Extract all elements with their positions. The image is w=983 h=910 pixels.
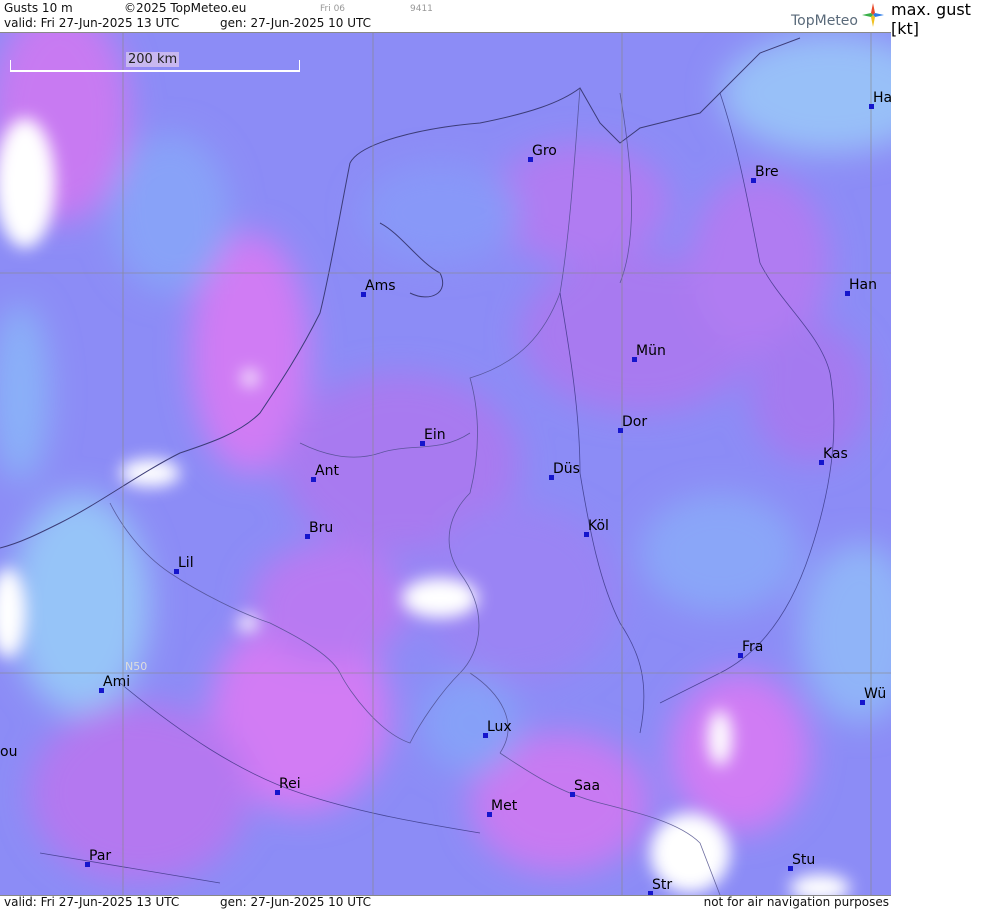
city-marker[interactable]: Str <box>648 877 673 896</box>
city-marker[interactable]: Lil <box>174 555 194 574</box>
navigation-disclaimer: not for air navigation purposes <box>703 895 889 909</box>
footer-generated-time: gen: 27-Jun-2025 10 UTC <box>220 895 372 909</box>
city-dot <box>361 292 366 297</box>
city-dot <box>845 291 850 296</box>
city-label: Ams <box>365 278 396 294</box>
city-marker[interactable]: Stu <box>788 852 816 871</box>
code-number: 9411 <box>410 4 433 14</box>
city-marker[interactable]: Rei <box>275 776 301 795</box>
city-dot <box>305 534 310 539</box>
city-dot <box>99 688 104 693</box>
city-label: Gro <box>532 143 557 159</box>
city-label: Ha <box>873 90 893 106</box>
city-marker[interactable]: ou <box>0 744 17 760</box>
scale-label: 200 km <box>126 52 180 67</box>
city-dot <box>869 104 874 109</box>
compass-star-icon <box>862 3 884 27</box>
city-dot <box>632 357 637 362</box>
city-marker[interactable]: Han <box>845 277 877 296</box>
city-dot <box>860 700 865 705</box>
city-marker[interactable]: Wü <box>860 686 887 705</box>
topmeteo-logo: TopMeteo <box>781 2 891 30</box>
city-label: Bru <box>309 520 334 536</box>
city-dot <box>487 812 492 817</box>
city-dot <box>420 441 425 446</box>
city-marker[interactable]: Köl <box>584 518 609 537</box>
city-dot <box>275 790 280 795</box>
city-dot <box>788 866 793 871</box>
city-dot <box>738 653 743 658</box>
map-header: Gusts 10 m ©2025 TopMeteo.eu Fri 06 9411… <box>0 0 891 33</box>
city-label: Dor <box>622 414 648 430</box>
city-label: Kas <box>823 446 848 462</box>
city-marker[interactable]: Par <box>85 848 112 867</box>
map-footer: valid: Fri 27-Jun-2025 13 UTC gen: 27-Ju… <box>0 895 891 910</box>
city-marker[interactable]: Ams <box>361 278 396 297</box>
city-label: Saa <box>574 778 601 794</box>
city-label: Mün <box>636 343 666 359</box>
city-label: Met <box>491 798 518 814</box>
city-marker[interactable]: Bre <box>751 164 779 183</box>
city-dot <box>85 862 90 867</box>
latitude-label: N50 <box>125 660 148 673</box>
city-dot <box>570 792 575 797</box>
city-marker[interactable]: Kas <box>819 446 848 465</box>
legend-title: max. gust [kt] <box>891 0 983 909</box>
city-dot <box>483 733 488 738</box>
city-label: Düs <box>553 461 580 477</box>
city-marker[interactable]: Mün <box>632 343 666 362</box>
city-label: Par <box>89 848 112 864</box>
generated-time: gen: 27-Jun-2025 10 UTC <box>220 16 372 30</box>
city-label: Str <box>652 877 673 893</box>
city-label: ou <box>0 744 18 760</box>
city-label: Ein <box>424 427 446 443</box>
city-marker[interactable]: Gro <box>528 143 557 162</box>
city-label: Rei <box>279 776 301 792</box>
city-dot <box>618 428 623 433</box>
city-marker[interactable]: Ha <box>869 90 893 109</box>
city-dot <box>311 477 316 482</box>
map-title: Gusts 10 m <box>4 1 73 15</box>
city-dot <box>549 475 554 480</box>
city-marker[interactable]: Ant <box>311 463 339 482</box>
day-code: Fri 06 <box>320 4 346 14</box>
city-marker[interactable]: Met <box>487 798 518 817</box>
city-marker[interactable]: Saa <box>570 778 601 797</box>
city-marker[interactable]: Bru <box>305 520 334 539</box>
city-label: Stu <box>792 852 816 868</box>
city-dot <box>174 569 179 574</box>
city-marker[interactable]: Ami <box>99 674 131 693</box>
logo-text: TopMeteo <box>791 13 858 29</box>
city-label: Lil <box>178 555 194 571</box>
gust-map[interactable] <box>0 33 892 895</box>
city-dot <box>528 157 533 162</box>
city-marker[interactable]: Lux <box>483 719 512 738</box>
city-label: Wü <box>864 686 887 702</box>
city-marker[interactable]: Fra <box>738 639 764 658</box>
copyright: ©2025 TopMeteo.eu <box>124 1 247 15</box>
city-label: Fra <box>742 639 764 655</box>
city-label: Ami <box>103 674 131 690</box>
city-label: Bre <box>755 164 779 180</box>
city-marker[interactable]: Düs <box>549 461 580 480</box>
city-label: Köl <box>588 518 609 534</box>
city-label: Ant <box>315 463 339 479</box>
city-dot <box>819 460 824 465</box>
city-marker[interactable]: Ein <box>420 427 446 446</box>
city-label: Lux <box>487 719 512 735</box>
city-dot <box>584 532 589 537</box>
city-dot <box>751 178 756 183</box>
footer-valid-time: valid: Fri 27-Jun-2025 13 UTC <box>4 895 180 909</box>
city-marker[interactable]: Dor <box>618 414 648 433</box>
valid-time: valid: Fri 27-Jun-2025 13 UTC <box>4 16 180 30</box>
city-label: Han <box>849 277 877 293</box>
